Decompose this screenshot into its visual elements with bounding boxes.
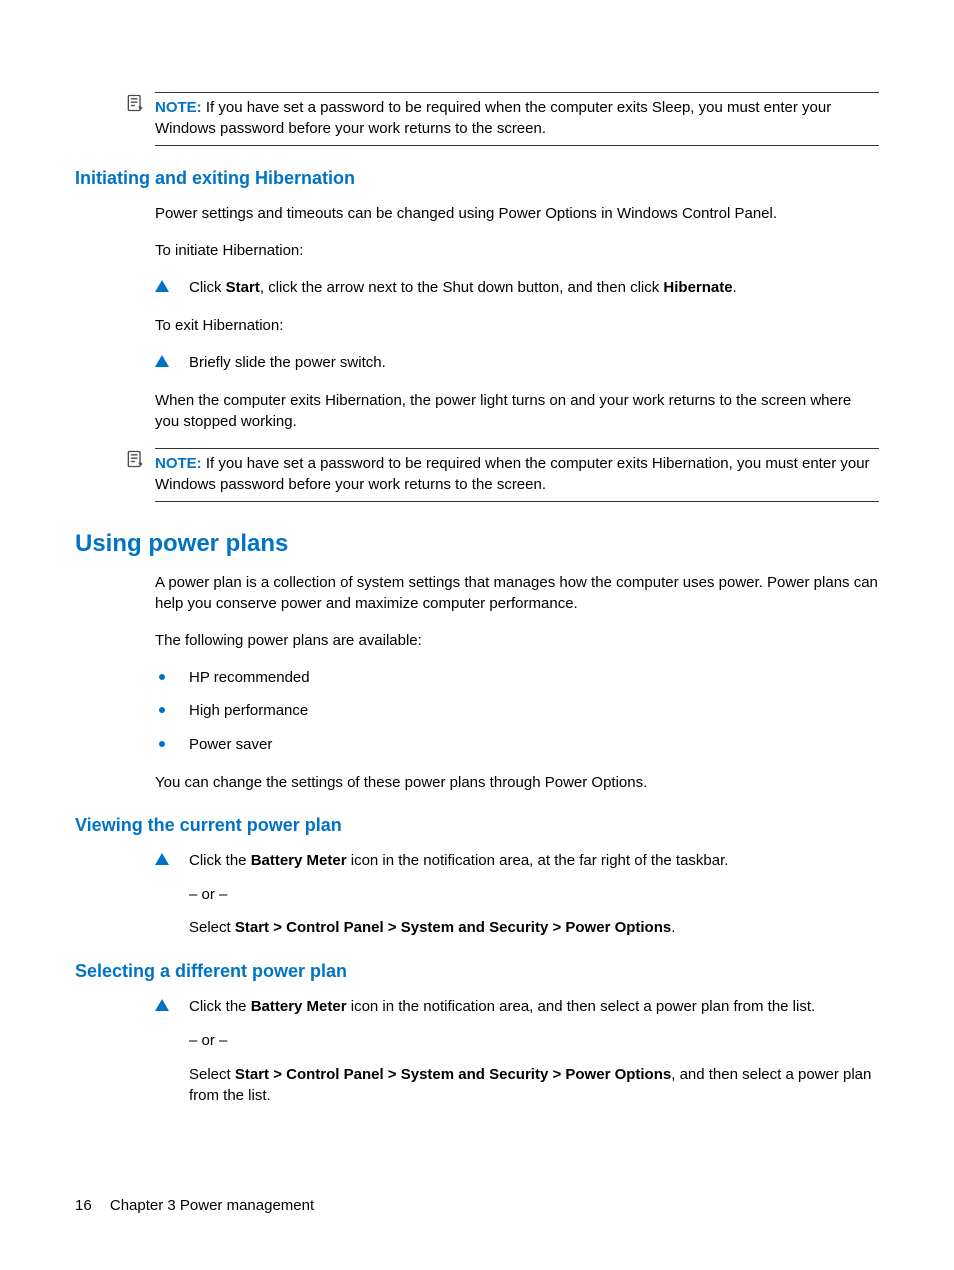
note-text: If you have set a password to be require… <box>155 99 831 137</box>
text: , click the arrow next to the Shut down … <box>260 279 664 296</box>
step-text: Click Start, click the arrow next to the… <box>189 279 737 296</box>
list-item: Click the Battery Meter icon in the noti… <box>155 850 879 939</box>
text: Click the <box>189 998 251 1015</box>
body-text: Power settings and timeouts can be chang… <box>155 203 879 224</box>
step-text: Click the Battery Meter icon in the noti… <box>189 852 728 869</box>
list-item: Click Start, click the arrow next to the… <box>155 277 879 299</box>
bullet-text: High performance <box>189 702 308 719</box>
body-text: You can change the settings of these pow… <box>155 772 879 793</box>
bullet-text: Power saver <box>189 736 272 753</box>
list-item: High performance <box>155 700 879 722</box>
text: . <box>733 279 737 296</box>
triangle-bullet-icon <box>155 853 169 865</box>
note-text: If you have set a password to be require… <box>155 455 870 493</box>
bold-text: Start > Control Panel > System and Secur… <box>235 919 671 936</box>
note-icon <box>125 93 149 117</box>
bold-text: Hibernate <box>663 279 732 296</box>
bold-text: Start <box>226 279 260 296</box>
text: . <box>671 919 675 936</box>
note-body: NOTE: If you have set a password to be r… <box>155 92 879 146</box>
note-icon <box>125 449 149 473</box>
text: Select <box>189 919 235 936</box>
body-text: When the computer exits Hibernation, the… <box>155 390 879 432</box>
dot-bullet-icon <box>159 674 165 680</box>
triangle-bullet-icon <box>155 355 169 367</box>
list-item: Power saver <box>155 734 879 756</box>
body-text: A power plan is a collection of system s… <box>155 572 879 614</box>
note-label: NOTE: <box>155 455 202 472</box>
bold-text: Battery Meter <box>251 852 347 869</box>
note-body: NOTE: If you have set a password to be r… <box>155 448 879 502</box>
or-separator: – or – <box>189 1030 879 1052</box>
text: Click <box>189 279 226 296</box>
bullet-text: HP recommended <box>189 669 310 686</box>
or-separator: – or – <box>189 884 879 906</box>
list-item: Click the Battery Meter icon in the noti… <box>155 996 879 1107</box>
heading-initiating-hibernation: Initiating and exiting Hibernation <box>75 168 879 189</box>
heading-selecting-power-plan: Selecting a different power plan <box>75 961 879 982</box>
text: Select <box>189 1066 235 1083</box>
step-text: Click the Battery Meter icon in the noti… <box>189 998 815 1015</box>
page-number: 16 <box>75 1197 92 1214</box>
step-list: Click Start, click the arrow next to the… <box>155 277 879 299</box>
heading-using-power-plans: Using power plans <box>75 530 879 558</box>
note-block: NOTE: If you have set a password to be r… <box>125 92 879 146</box>
triangle-bullet-icon <box>155 280 169 292</box>
bullet-list: HP recommended High performance Power sa… <box>155 667 879 756</box>
page-footer: 16 Chapter 3 Power management <box>75 1197 314 1214</box>
triangle-bullet-icon <box>155 999 169 1011</box>
body-text: The following power plans are available: <box>155 630 879 651</box>
dot-bullet-icon <box>159 707 165 713</box>
note-block: NOTE: If you have set a password to be r… <box>125 448 879 502</box>
document-page: NOTE: If you have set a password to be r… <box>0 0 954 1270</box>
list-item: Briefly slide the power switch. <box>155 352 879 374</box>
step-text: Briefly slide the power switch. <box>189 354 386 371</box>
list-item: HP recommended <box>155 667 879 689</box>
step-list: Click the Battery Meter icon in the noti… <box>155 850 879 939</box>
text: icon in the notification area, at the fa… <box>347 852 729 869</box>
text: Click the <box>189 852 251 869</box>
body-text: To initiate Hibernation: <box>155 240 879 261</box>
step-list: Briefly slide the power switch. <box>155 352 879 374</box>
step-text: Select Start > Control Panel > System an… <box>189 1064 879 1108</box>
bold-text: Start > Control Panel > System and Secur… <box>235 1066 671 1083</box>
step-list: Click the Battery Meter icon in the noti… <box>155 996 879 1107</box>
step-text: Select Start > Control Panel > System an… <box>189 917 879 939</box>
chapter-title: Chapter 3 Power management <box>110 1197 314 1214</box>
body-text: To exit Hibernation: <box>155 315 879 336</box>
bold-text: Battery Meter <box>251 998 347 1015</box>
note-label: NOTE: <box>155 99 202 116</box>
dot-bullet-icon <box>159 741 165 747</box>
heading-viewing-power-plan: Viewing the current power plan <box>75 815 879 836</box>
text: icon in the notification area, and then … <box>347 998 816 1015</box>
